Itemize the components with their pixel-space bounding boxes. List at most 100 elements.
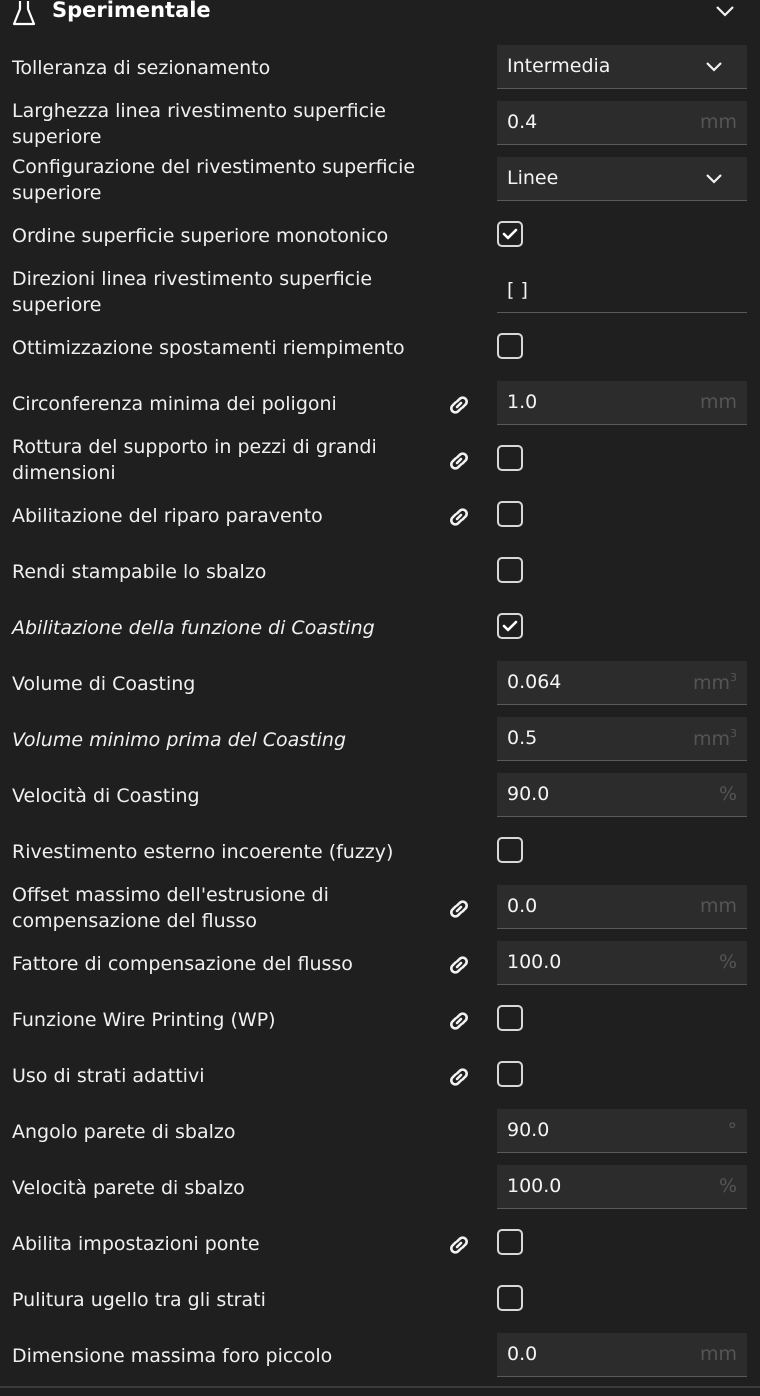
setting-label: Ottimizzazione spostamenti riempimento [12,337,405,359]
setting-row: Funzione Wire Printing (WP) [0,992,760,1048]
setting-row: Velocità di Coasting 90.0% [0,768,760,824]
setting-checkbox[interactable] [497,445,523,471]
setting-value: [ ] [507,279,528,301]
setting-value: 100.0 [507,1175,562,1197]
setting-unit: mm3 [692,671,737,694]
setting-row: Rendi stampabile lo sbalzo [0,544,760,600]
settings-list: Tolleranza di sezionamento Intermedia Larg… [0,40,760,1384]
setting-input[interactable]: 0.4 mm [497,101,747,145]
setting-row: Circonferenza minima dei poligoni 1.0 mm [0,376,760,432]
setting-value: 0.4 [507,111,538,133]
setting-input[interactable]: 0.5 mm3 [497,717,747,761]
section-title: Sperimentale [52,0,211,22]
setting-input[interactable]: 90.0% [497,773,747,817]
setting-row: Offset massimo dell'estrusione di compen… [0,880,760,936]
setting-checkbox[interactable] [497,837,523,863]
setting-row: Dimensione massima foro piccolo 0.0 mm [0,1328,760,1384]
link-icon[interactable] [444,446,474,476]
link-icon[interactable] [444,502,474,532]
setting-label: Rottura del supporto in pezzi di grandi … [12,436,377,484]
setting-checkbox[interactable] [497,1285,523,1311]
setting-row: Fattore di compensazione del flusso 100.0… [0,936,760,992]
setting-label: Fattore di compensazione del flusso [12,953,353,975]
setting-label: Velocità parete di sbalzo [12,1177,245,1199]
setting-dropdown[interactable]: Intermedia [497,45,747,89]
flask-icon [12,1,36,26]
setting-row: Volume di Coasting 0.064 mm3 [0,656,760,712]
setting-value: 0.064 [507,671,562,693]
setting-row: Abilita impostazioni ponte [0,1216,760,1272]
setting-row: Abilitazione del riparo paravento [0,488,760,544]
setting-dropdown[interactable]: Linee [497,157,747,201]
link-icon[interactable] [444,950,474,980]
chevron-down-icon[interactable] [714,3,736,19]
setting-row: Pulitura ugello tra gli strati [0,1272,760,1328]
setting-value: 100.0 [507,951,562,973]
setting-label: Pulitura ugello tra gli strati [12,1289,266,1311]
setting-label: Larghezza linea rivestimento superficie … [12,100,386,148]
link-icon[interactable] [444,1006,474,1036]
setting-row: Direzioni linea rivestimento superficie … [0,264,760,320]
setting-label: Abilita impostazioni ponte [12,1233,260,1255]
setting-label: Funzione Wire Printing (WP) [12,1009,276,1031]
setting-checkbox[interactable] [497,221,523,247]
setting-label: Direzioni linea rivestimento superficie … [12,268,373,316]
setting-label: Offset massimo dell'estrusione di compen… [12,884,329,932]
chevron-down-icon [706,174,722,184]
divider [0,1386,760,1388]
setting-checkbox[interactable] [497,557,523,583]
setting-value: 90.0 [507,783,550,805]
setting-value: 1.0 [507,391,538,413]
setting-checkbox[interactable] [497,613,523,639]
setting-unit: mm3 [692,727,737,750]
setting-label: Configurazione del rivestimento superfic… [12,156,416,204]
setting-label: Dimensione massima foro piccolo [12,1345,333,1367]
setting-label: Rivestimento esterno incoerente (fuzzy) [12,841,394,863]
setting-row: Ordine superficie superiore monotonico [0,208,760,264]
link-icon[interactable] [444,1230,474,1260]
setting-checkbox[interactable] [497,1229,523,1255]
setting-row: Angolo parete di sbalzo 90.0 ° [0,1104,760,1160]
setting-row: Uso di strati adattivi [0,1048,760,1104]
setting-input[interactable]: 1.0 mm [497,381,747,425]
setting-input[interactable]: 100.0% [497,1165,747,1209]
link-icon[interactable] [444,894,474,924]
chevron-down-icon [706,62,722,72]
setting-unit: mm [699,391,737,413]
setting-value: Linee [507,167,559,189]
setting-label: Ordine superficie superiore monotonico [12,225,389,247]
setting-unit: % [718,951,737,973]
link-icon[interactable] [444,1062,474,1092]
setting-row: Velocità parete di sbalzo 100.0% [0,1160,760,1216]
setting-row: Larghezza linea rivestimento superficie … [0,96,760,152]
setting-input[interactable]: 90.0 ° [497,1109,747,1153]
setting-row: Abilitazione della funzione di Coasting [0,600,760,656]
setting-label: Rendi stampabile lo sbalzo [12,561,267,583]
setting-label: Tolleranza di sezionamento [12,57,271,79]
setting-unit: mm [699,111,737,133]
setting-input[interactable]: 0.064 mm3 [497,661,747,705]
setting-row: Tolleranza di sezionamento Intermedia [0,40,760,96]
setting-checkbox[interactable] [497,501,523,527]
setting-checkbox[interactable] [497,333,523,359]
setting-row: Ottimizzazione spostamenti riempimento [0,320,760,376]
setting-input[interactable]: 0.0 mm [497,1333,747,1377]
setting-label: Volume di Coasting [12,673,196,695]
setting-input[interactable]: [ ] [497,269,747,313]
setting-label: Angolo parete di sbalzo [12,1121,236,1143]
link-icon[interactable] [444,390,474,420]
setting-unit: mm [699,1343,737,1365]
setting-label: Circonferenza minima dei poligoni [12,393,337,415]
section-header[interactable]: Sperimentale [0,0,760,28]
setting-unit: % [718,1175,737,1197]
setting-value: Intermedia [507,55,611,77]
setting-input[interactable]: 100.0% [497,941,747,985]
setting-input[interactable]: 0.0 mm [497,885,747,929]
setting-label: Abilitazione del riparo paravento [12,505,323,527]
setting-checkbox[interactable] [497,1005,523,1031]
setting-value: 0.0 [507,1343,538,1365]
setting-row: Volume minimo prima del Coasting 0.5 mm3 [0,712,760,768]
setting-label: Volume minimo prima del Coasting [12,729,347,751]
setting-label: Abilitazione della funzione di Coasting [12,617,375,639]
setting-checkbox[interactable] [497,1061,523,1087]
